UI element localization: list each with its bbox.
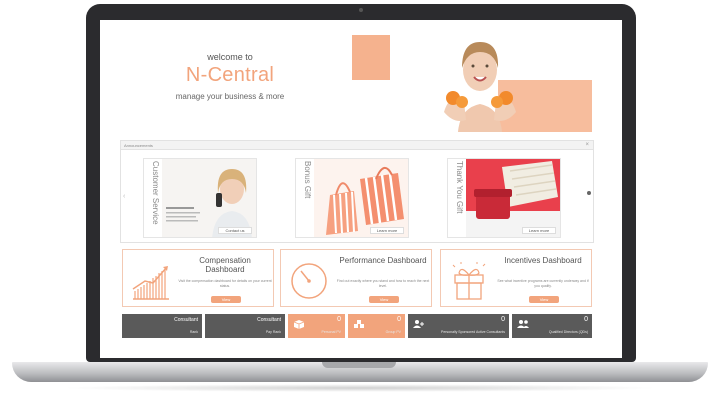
qualified-directors-tile: 0 Qualified Directors (QDs): [512, 314, 592, 338]
announcement-card-thank-you-gift[interactable]: Thank You Gift Learn more: [447, 158, 561, 238]
tile-value: 0: [584, 316, 588, 323]
announcements-label: Announcements: [124, 143, 153, 148]
gauge-icon: [291, 263, 327, 299]
card-title: Thank You Gift: [455, 161, 464, 214]
boxes-icon: [354, 320, 364, 328]
announcement-card-bonus-gift[interactable]: Bonus Gift Learn more: [295, 158, 409, 238]
tile-label: Pay Rank: [265, 330, 281, 334]
hero-woman-image: [444, 42, 516, 132]
incentives-dashboard-card[interactable]: Incentives Dashboard See what incentive …: [440, 249, 592, 307]
app-screen: welcome to N-Central manage your busines…: [100, 20, 622, 358]
compensation-dashboard-card[interactable]: Compensation Dashboard Visit the compens…: [122, 249, 274, 307]
pay-rank-tile: Consultant Pay Rank: [205, 314, 285, 338]
laptop-mockup: welcome to N-Central manage your busines…: [0, 0, 718, 398]
dashboard-description: Visit the compensation dashboard for det…: [178, 279, 272, 288]
tagline: manage your business & more: [175, 92, 285, 101]
tile-value: 0: [501, 316, 505, 323]
rank-tile: Consultant Rank: [122, 314, 202, 338]
users-icon: [517, 320, 529, 328]
announcements-panel: Announcements × Customer Service Contact…: [120, 140, 594, 243]
hero-banner: welcome to N-Central manage your busines…: [100, 20, 622, 132]
tile-label: Personal PV: [321, 330, 341, 334]
camera-icon: [359, 8, 363, 12]
tile-label: Personally Sponsored Active Consultants: [440, 330, 505, 334]
card-title: Bonus Gift: [303, 161, 312, 199]
view-button[interactable]: View: [369, 296, 399, 303]
dashboard-title: Incentives Dashboard: [504, 256, 582, 265]
dashboard-description: See what incentive programs are currentl…: [497, 279, 589, 288]
brand-title: N-Central: [185, 64, 275, 86]
tile-value: 0: [397, 316, 401, 323]
learn-more-button[interactable]: Learn more: [522, 227, 556, 234]
contact-us-button[interactable]: Contact us: [218, 227, 252, 234]
carousel-prev-icon[interactable]: ‹: [123, 193, 125, 200]
announcements-header: Announcements ×: [121, 141, 593, 150]
view-button[interactable]: View: [211, 296, 241, 303]
tile-label: Group PV: [385, 330, 401, 334]
gift-box-icon: [452, 262, 486, 300]
personal-pv-tile: 0 Personal PV: [288, 314, 345, 338]
tile-value: Consultant: [257, 317, 281, 323]
close-icon[interactable]: ×: [585, 141, 589, 150]
laptop-shadow: [60, 384, 660, 392]
dashboard-title: Performance Dashboard: [339, 256, 427, 265]
tile-label: Rank: [189, 330, 198, 334]
decor-square: [352, 35, 390, 80]
learn-more-button[interactable]: Learn more: [370, 227, 404, 234]
dashboard-title: Compensation Dashboard: [199, 256, 251, 274]
card-title: Customer Service: [151, 161, 160, 225]
tile-label: Qualified Directors (QDs): [548, 330, 588, 334]
tile-value: 0: [337, 316, 341, 323]
carousel-next-icon[interactable]: [587, 191, 591, 195]
view-button[interactable]: View: [529, 296, 559, 303]
welcome-text: welcome to: [207, 52, 253, 62]
dashboard-description: Find out exactly where you stand and how…: [336, 279, 430, 288]
performance-dashboard-card[interactable]: Performance Dashboard Find out exactly w…: [280, 249, 432, 307]
laptop-notch: [322, 362, 396, 368]
announcement-card-customer-service[interactable]: Customer Service Contact us: [143, 158, 257, 238]
sponsored-active-consultants-tile: 0 Personally Sponsored Active Consultant…: [408, 314, 509, 338]
bar-chart-icon: [132, 266, 169, 300]
tile-value: Consultant: [174, 317, 198, 323]
group-pv-tile: 0 Group PV: [348, 314, 405, 338]
box-icon: [293, 320, 305, 329]
add-user-icon: [413, 320, 424, 328]
